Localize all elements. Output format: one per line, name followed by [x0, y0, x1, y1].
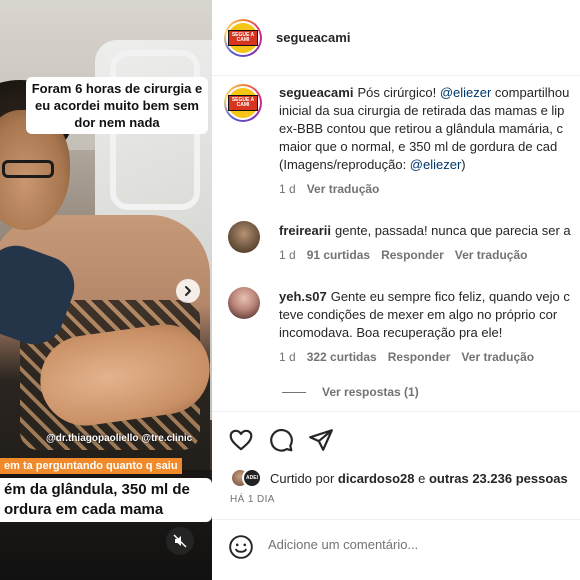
caption-line-5: (Imagens/reprodução: @eliezer): [279, 157, 466, 172]
likes-summary: ADEI Curtido por dicardoso28 e outras 23…: [230, 468, 568, 488]
caption-time: 1 d: [279, 182, 296, 196]
caption-avatar[interactable]: SEGUE A CAMI: [224, 84, 262, 122]
video-credit: @dr.thiagopaoliello @tre.clinic: [46, 433, 193, 444]
comment-text-line-1: yeh.s07 Gente eu sempre fico feliz, quand…: [279, 289, 570, 304]
add-comment-bar: [212, 519, 580, 580]
caption-line-1: segueacami Pós cirúrgico! @eliezer compar…: [279, 85, 570, 100]
video-caption-bottom: ém da glândula, 350 ml de ordura em cada…: [0, 478, 212, 522]
comment-text-line-3: incomodava. Boa recuperação pra ele!: [279, 325, 503, 340]
caption-translate-link[interactable]: Ver tradução: [307, 182, 380, 196]
carousel-next-button[interactable]: [176, 279, 200, 303]
caption-username[interactable]: segueacami: [279, 85, 353, 100]
comment-text-line-2: teve condições de mexer em algo no própr…: [279, 307, 558, 322]
mention-link[interactable]: @eliezer: [410, 157, 462, 172]
comment-input[interactable]: [268, 537, 568, 552]
brand-logo: SEGUE A CAMI: [228, 88, 258, 118]
translate-link[interactable]: Ver tradução: [461, 350, 534, 364]
reply-link[interactable]: Responder: [381, 248, 444, 262]
commenter-avatar[interactable]: [228, 221, 260, 253]
comment-text: freirearii gente, passada! nunca que pare…: [279, 223, 571, 238]
divider-line: [282, 391, 306, 393]
video-caption-top: Foram 6 horas de cirurgia e eu acordei m…: [26, 77, 208, 134]
post-actions: ADEI Curtido por dicardoso28 e outras 23…: [212, 411, 580, 519]
post-header: SEGUE A CAMI segueacami: [212, 0, 580, 76]
account-username[interactable]: segueacami: [276, 30, 350, 45]
liker-avatar[interactable]: ADEI: [242, 468, 262, 488]
comment-meta: 1 d 322 curtidas Responder Ver tradução: [279, 350, 545, 364]
caption-line-2: inicial da sua cirurgia de retirada das …: [279, 103, 565, 118]
post-media[interactable]: Foram 6 horas de cirurgia e eu acordei m…: [0, 0, 212, 580]
comment-meta: 1 d 91 curtidas Responder Ver tradução: [279, 248, 538, 262]
view-replies-button[interactable]: Ver respostas (1): [282, 385, 419, 399]
comments-section: SEGUE A CAMI segueacami Pós cirúrgico! @e…: [212, 76, 580, 411]
likes-others-link[interactable]: outras 23.236 pessoas: [429, 471, 568, 486]
caption-meta: 1 d Ver tradução: [279, 182, 390, 196]
account-avatar[interactable]: SEGUE A CAMI: [224, 19, 262, 57]
share-icon[interactable]: [308, 427, 334, 453]
translate-link[interactable]: Ver tradução: [455, 248, 528, 262]
speaker-muted-icon: [173, 534, 187, 548]
brand-logo: SEGUE A CAMI: [228, 23, 258, 53]
likes-text: Curtido por dicardoso28 e outras 23.236 …: [270, 470, 568, 486]
post-side-panel: SEGUE A CAMI segueacami SEGUE A CAMI seg…: [212, 0, 580, 580]
video-caption-orange: em ta perguntando quanto q saiu: [0, 458, 182, 474]
mention-link[interactable]: @eliezer: [440, 85, 492, 100]
liker-username[interactable]: dicardoso28: [338, 471, 415, 486]
heart-icon[interactable]: [228, 427, 254, 453]
comment-likes[interactable]: 91 curtidas: [307, 248, 370, 262]
mute-button[interactable]: [166, 527, 194, 555]
commenter-avatar[interactable]: [228, 287, 260, 319]
comment-username[interactable]: freirearii: [279, 223, 331, 238]
post-timestamp[interactable]: HÁ 1 DIA: [230, 494, 275, 505]
emoji-icon[interactable]: [228, 534, 254, 560]
reply-link[interactable]: Responder: [388, 350, 451, 364]
chevron-right-icon: [185, 286, 191, 296]
caption-line-4: maior que o normal, e 350 ml de gordura …: [279, 139, 558, 154]
comment-username[interactable]: yeh.s07: [279, 289, 327, 304]
comment-time: 1 d: [279, 350, 296, 364]
comment-likes[interactable]: 322 curtidas: [307, 350, 377, 364]
comment-icon[interactable]: [268, 427, 294, 453]
caption-line-3: ex-BBB contou que retirou a glândula mam…: [279, 121, 563, 136]
glasses: [2, 160, 54, 178]
comment-time: 1 d: [279, 248, 296, 262]
